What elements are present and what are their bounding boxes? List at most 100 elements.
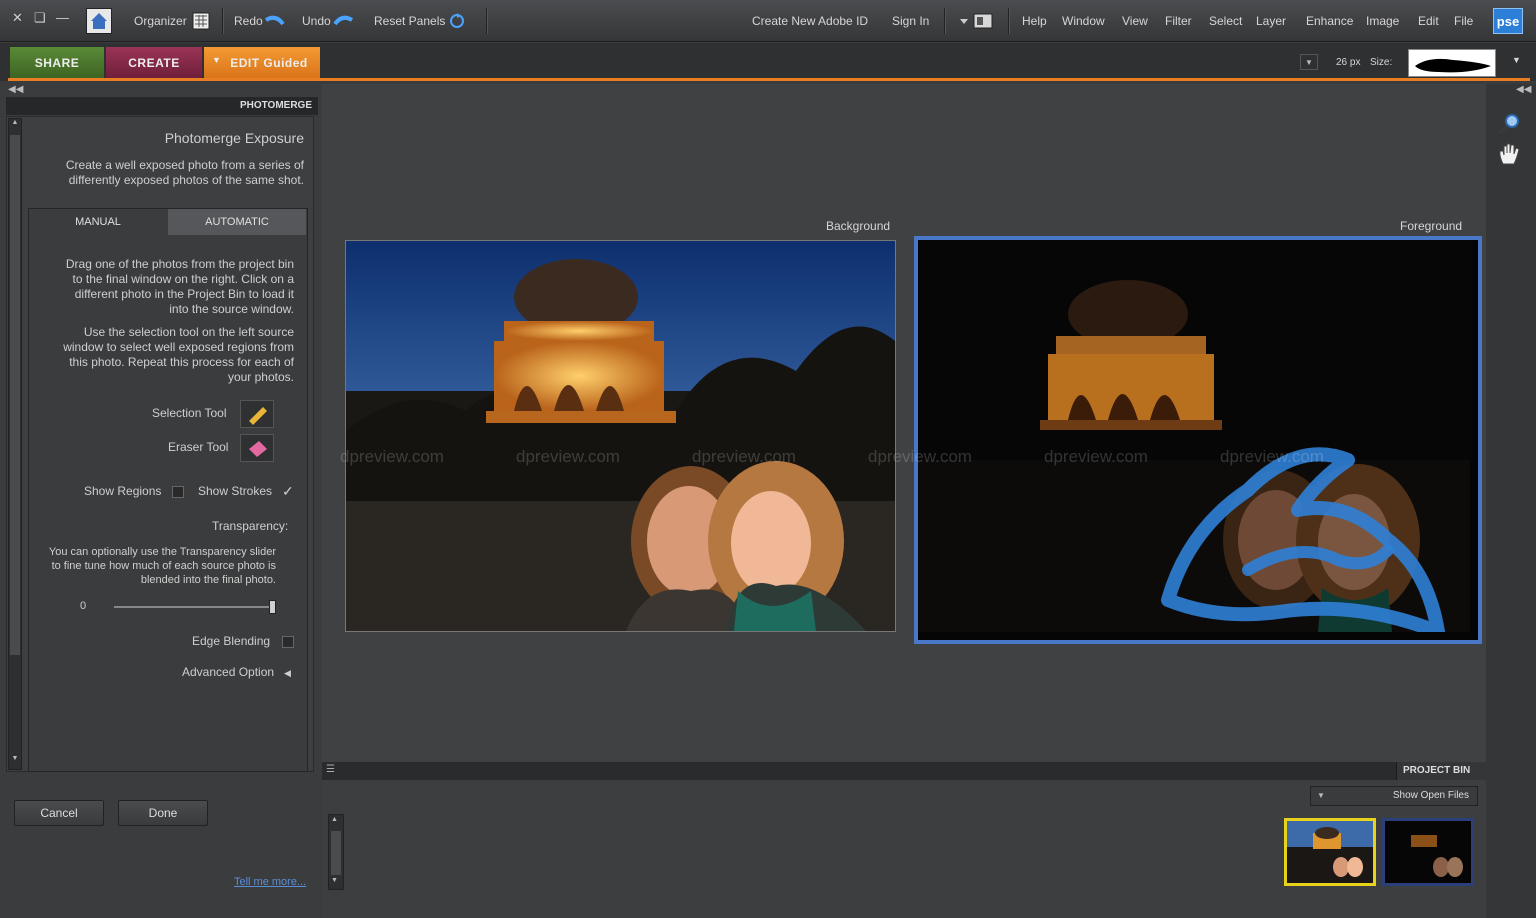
tab-share[interactable]: SHARE	[10, 47, 104, 79]
menu-layer[interactable]: Layer	[1256, 14, 1286, 28]
chevron-down-icon: ▼	[1317, 791, 1325, 800]
step1-line: different photo in the Project Bin to lo…	[74, 287, 294, 301]
scroll-down-icon[interactable]: ▼	[9, 755, 21, 769]
menu-window[interactable]: Window	[1062, 14, 1105, 28]
home-icon[interactable]	[86, 8, 112, 34]
reset-panels-button[interactable]: Reset Panels	[372, 10, 472, 32]
show-regions-checkbox[interactable]	[172, 486, 184, 498]
sign-in-link[interactable]: Sign In	[892, 14, 929, 28]
menu-help[interactable]: Help	[1022, 14, 1047, 28]
transparency-slider-track[interactable]	[114, 606, 276, 608]
triangle-right-icon[interactable]: ◀	[284, 666, 291, 681]
collapse-panel-icon[interactable]: ◀◀	[8, 84, 23, 95]
step1-line: into the source window.	[169, 302, 294, 316]
edge-blending-label: Edge Blending	[192, 634, 271, 648]
show-files-value: Show Open Files	[1392, 790, 1469, 801]
hand-tool-icon[interactable]	[1496, 142, 1522, 166]
scroll-thumb[interactable]	[331, 831, 341, 875]
collapse-tools-icon[interactable]: ◀◀	[1516, 84, 1531, 95]
tell-me-more-link[interactable]: Tell me more...	[234, 875, 306, 890]
tabs-row: SHARE CREATE ▼ EDIT Guided ▼ 26 px Size:…	[0, 43, 1536, 81]
panel-scrollbar[interactable]: ▲ ▼	[8, 118, 22, 770]
size-label: Size:	[1370, 57, 1393, 68]
close-icon[interactable]: ✕	[12, 10, 23, 26]
done-label: Done	[148, 806, 178, 820]
eraser-tool-button[interactable]	[240, 434, 274, 462]
intro-line: Create a well exposed photo from a serie…	[65, 158, 304, 172]
menu-bar: pse File Edit Image Enhance Layer Select…	[0, 0, 1536, 42]
undo-button[interactable]: Undo	[300, 10, 358, 32]
tools-strip	[1486, 84, 1536, 918]
show-strokes-label: Show Strokes	[198, 484, 273, 498]
zoom-tool-icon[interactable]	[1496, 112, 1522, 136]
scroll-up-icon[interactable]: ▲	[9, 119, 21, 133]
panel-header-label: PHOTOMERGE	[239, 100, 312, 111]
background-photo[interactable]	[345, 240, 896, 632]
tab-create[interactable]: CREATE	[106, 47, 202, 79]
redo-icon	[264, 15, 285, 26]
brush-preview[interactable]	[1408, 49, 1496, 77]
watermark-text: dpreview.com	[340, 447, 444, 466]
menu-enhance[interactable]: Enhance	[1306, 14, 1353, 28]
menu-filter[interactable]: Filter	[1165, 14, 1192, 28]
redo-button[interactable]: Redo	[232, 10, 290, 32]
transparency-slider-thumb[interactable]	[269, 600, 276, 614]
create-adobe-id-link[interactable]: Create New Adobe ID	[752, 14, 868, 28]
step2-line: Use the selection tool on the left sourc…	[83, 325, 294, 339]
edge-blending-checkbox[interactable]	[282, 636, 294, 648]
menu-file[interactable]: File	[1454, 14, 1473, 28]
tab-edit-guided[interactable]: ▼ EDIT Guided	[204, 47, 320, 79]
menu-select[interactable]: Select	[1209, 14, 1242, 28]
layout-icon[interactable]	[956, 12, 996, 30]
size-value: 26 px	[1336, 57, 1361, 68]
project-bin-header: ☰ PROJECT BIN	[322, 762, 1486, 780]
restore-icon[interactable]: ❏	[34, 10, 46, 26]
transparency-help-line: You can optionally use the Transparency …	[48, 546, 276, 558]
step1-line: to the final window on the right. Click …	[72, 272, 294, 286]
menu-separator	[944, 8, 946, 34]
bin-thumbnail-background[interactable]	[1284, 818, 1376, 886]
menu-image[interactable]: Image	[1366, 14, 1399, 28]
intro-line: differently exposed photos of the same s…	[68, 173, 304, 187]
menu-view[interactable]: View	[1122, 14, 1148, 28]
project-bin-title: PROJECT BIN	[1403, 765, 1471, 776]
scroll-down-icon[interactable]: ▼	[331, 877, 338, 884]
menu-separator	[486, 8, 488, 34]
organizer-button[interactable]: Organizer	[134, 10, 214, 32]
advanced-option-label[interactable]: Advanced Option	[182, 665, 274, 680]
scroll-thumb[interactable]	[10, 135, 20, 655]
bin-thumbnail-foreground[interactable]	[1382, 818, 1474, 886]
cancel-button[interactable]: Cancel	[14, 800, 104, 826]
size-stepper[interactable]: ▼	[1300, 54, 1318, 70]
minimize-icon[interactable]: —	[56, 10, 69, 25]
watermark-text: dpreview.com	[1044, 447, 1148, 466]
tab-manual[interactable]: MANUAL	[30, 209, 166, 235]
panel-header: PHOTOMERGE	[6, 97, 318, 115]
watermark-text: dpreview.com	[868, 447, 972, 466]
options-menu-icon[interactable]: ▼	[1512, 55, 1521, 65]
selection-tool-button[interactable]	[240, 400, 274, 428]
foreground-photo[interactable]	[914, 236, 1482, 644]
project-bin-options-icon[interactable]: ☰	[326, 764, 335, 775]
tab-create-label: CREATE	[128, 56, 180, 70]
options-bar: ▼ 26 px Size: ▼	[1300, 49, 1526, 77]
scroll-up-icon[interactable]: ▲	[331, 816, 338, 823]
step2-line: this photo. Repeat this process for each…	[69, 355, 294, 369]
bin-scrollbar[interactable]: ▲ ▼	[328, 814, 344, 890]
foreground-label: Foreground	[1400, 219, 1463, 233]
chevron-down-icon: ▼	[212, 55, 222, 65]
background-label: Background	[826, 219, 891, 233]
watermark-text: dpreview.com	[692, 447, 796, 466]
show-regions-label: Show Regions	[84, 484, 162, 498]
transparency-help: You can optionally use the Transparency …	[40, 545, 276, 587]
panel-title: Photomerge Exposure	[164, 130, 304, 146]
step2-line: your photos.	[227, 370, 294, 384]
tab-manual-label: MANUAL	[75, 216, 121, 228]
show-strokes-check-icon[interactable]: ✓	[282, 484, 294, 499]
tab-share-label: SHARE	[34, 56, 80, 70]
tab-automatic[interactable]: AUTOMATIC	[168, 209, 306, 235]
watermark-text: dpreview.com	[1220, 447, 1324, 466]
done-button[interactable]: Done	[118, 800, 208, 826]
menu-edit[interactable]: Edit	[1418, 14, 1439, 28]
show-files-dropdown[interactable]: ▼ Show Open Files	[1310, 786, 1478, 806]
